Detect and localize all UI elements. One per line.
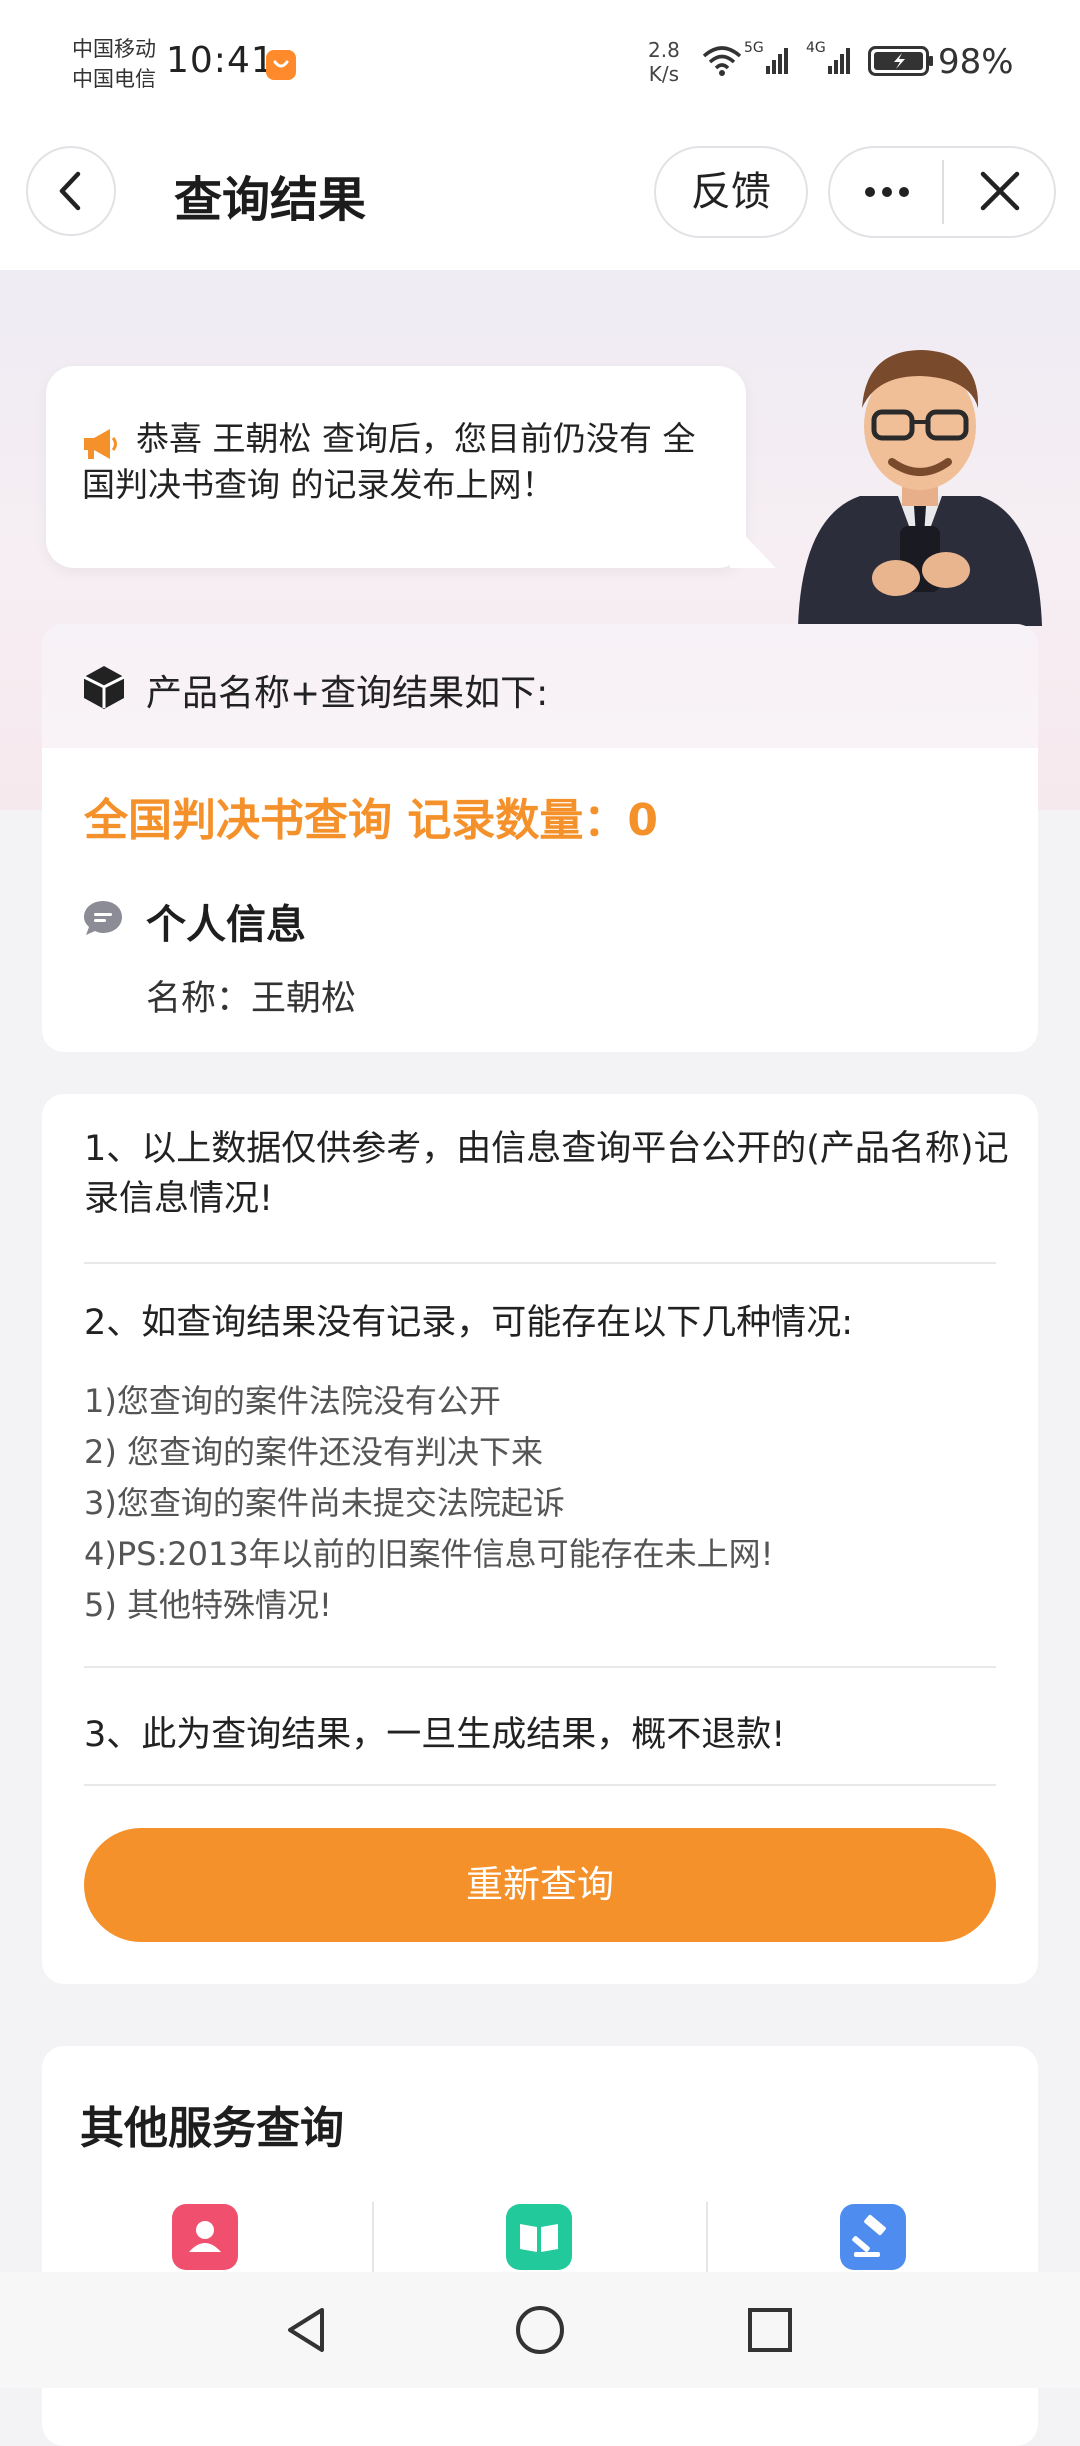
person-icon[interactable] [172, 2204, 238, 2270]
personal-info-title: 个人信息 [146, 902, 306, 948]
more-dots-icon [865, 187, 909, 197]
net-speed-value: 2.8 [648, 38, 680, 62]
case-list: 1)您查询的案件法院没有公开 2) 您查询的案件还没有判决下来 3)您查询的案件… [84, 1376, 774, 1631]
carrier-1: 中国移动 [72, 37, 156, 61]
capsule-divider [942, 160, 944, 224]
status-time: 10:41 [166, 40, 275, 81]
battery-icon [868, 46, 934, 76]
record-count-line: 全国判决书查询 记录数量：0 [84, 795, 658, 846]
page-title: 查询结果 [174, 172, 367, 228]
divider [84, 1262, 996, 1264]
retry-query-button[interactable]: 重新查询 [84, 1828, 996, 1942]
close-button[interactable] [966, 164, 1036, 220]
chat-bubble-icon [82, 898, 124, 938]
gavel-icon[interactable] [840, 2204, 906, 2270]
nav-home-icon[interactable] [512, 2302, 568, 2358]
book-icon[interactable] [506, 2204, 572, 2270]
list-item: 4)PS:2013年以前的旧案件信息可能存在未上网! [84, 1535, 774, 1573]
app-notification-icon [266, 50, 296, 80]
note-2: 2、如查询结果没有记录，可能存在以下几种情况: [84, 1303, 854, 1343]
other-services-title: 其他服务查询 [80, 2103, 344, 2154]
speech-bubble-tail [730, 520, 776, 568]
note-1: 1、以上数据仅供参考，由信息查询平台公开的(产品名称)记录信息情况! [84, 1129, 1009, 1219]
divider [84, 1666, 996, 1668]
list-item: 3)您查询的案件尚未提交法院起诉 [84, 1484, 565, 1522]
more-button[interactable] [850, 170, 930, 214]
service-divider [706, 2202, 708, 2280]
result-card: 产品名称+查询结果如下: 全国判决书查询 记录数量：0 个人信息 名称：王朝松 [42, 624, 1038, 1052]
personal-info-name: 名称：王朝松 [146, 979, 357, 1019]
list-item: 2) 您查询的案件还没有判决下来 [84, 1433, 544, 1471]
back-button[interactable] [26, 146, 116, 236]
divider [84, 1784, 996, 1786]
service-divider [372, 2202, 374, 2280]
battery-percent: 98% [938, 42, 1014, 82]
note-3: 3、此为查询结果，一旦生成结果，概不退款! [84, 1715, 786, 1755]
system-nav-bar [0, 2272, 1080, 2388]
carrier-2: 中国电信 [72, 67, 156, 91]
nav-recents-icon[interactable] [742, 2302, 798, 2358]
net-speed-unit: K/s [648, 62, 680, 86]
signal-5g-icon: 5G [744, 40, 796, 80]
feedback-button[interactable]: 反馈 [654, 146, 808, 238]
wifi-icon [700, 40, 744, 80]
nav-back-icon[interactable] [280, 2302, 336, 2358]
net-speed: 2.8 K/s [648, 38, 680, 86]
signal-4g-icon: 4G [806, 40, 858, 80]
cube-icon [82, 664, 126, 710]
chevron-left-icon [59, 171, 81, 211]
carrier-info: 中国移动 中国电信 [72, 34, 156, 94]
close-icon [980, 171, 1020, 211]
congrats-message: 恭喜 王朝松 查询后，您目前仍没有 全国判决书查询 的记录发布上网！ [82, 419, 696, 504]
result-header-text: 产品名称+查询结果如下: [146, 673, 549, 714]
list-item: 1)您查询的案件法院没有公开 [84, 1382, 501, 1420]
notes-card: 1、以上数据仅供参考，由信息查询平台公开的(产品名称)记录信息情况! 2、如查询… [42, 1094, 1038, 1984]
list-item: 5) 其他特殊情况! [84, 1586, 332, 1624]
